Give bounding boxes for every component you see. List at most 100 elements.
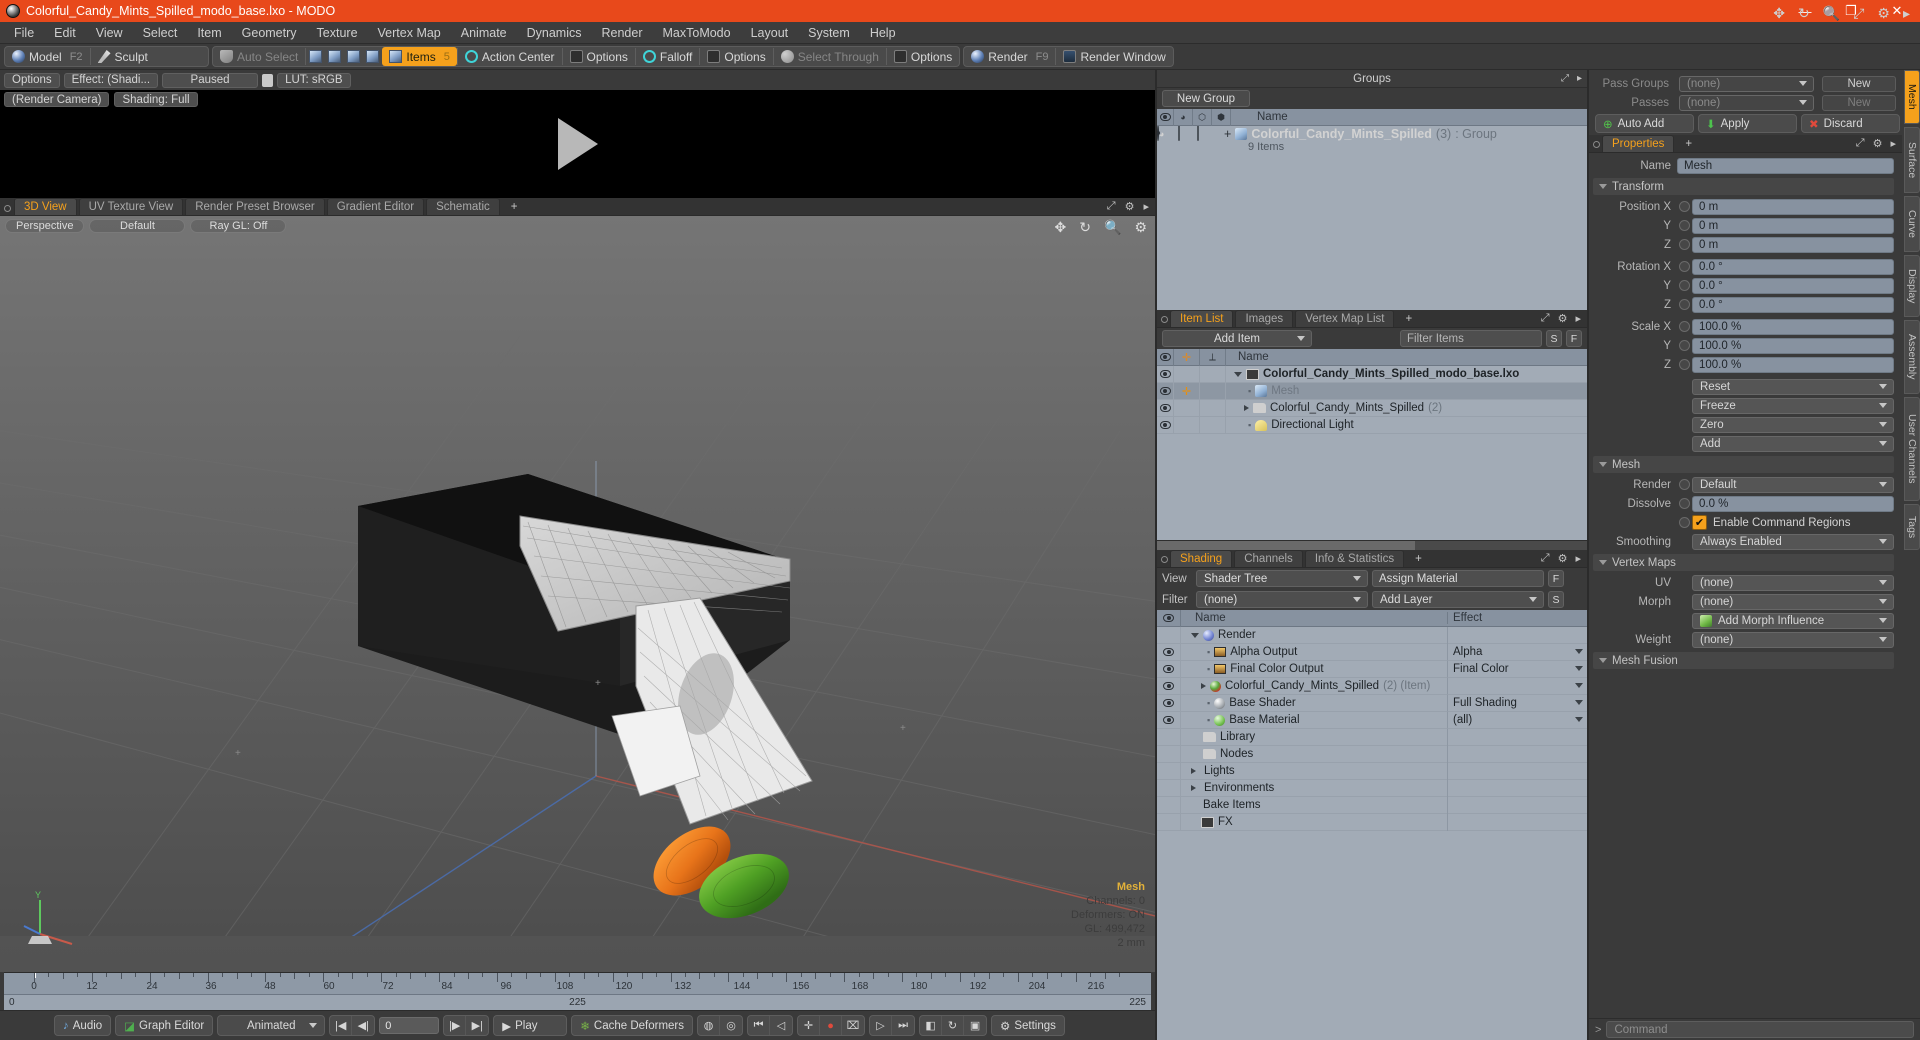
scale-x-input[interactable]: 100.0 %	[1692, 318, 1894, 335]
3d-viewport[interactable]: + + + Perspective Default Ray GL: Off ✥ ↻ …	[0, 216, 1155, 972]
expand-arrow-icon[interactable]	[1191, 785, 1196, 791]
row-effect-cell[interactable]: Final Color	[1447, 660, 1587, 678]
cache-deformers-button[interactable]: ❄ Cache Deformers	[571, 1015, 694, 1036]
expand-arrow-icon[interactable]	[1191, 768, 1196, 774]
enable-command-regions-checkbox[interactable]: ✔	[1692, 515, 1707, 530]
render-button[interactable]: Render F9	[964, 47, 1055, 66]
frame-field[interactable]: 0	[379, 1017, 440, 1034]
smoothing-dropdown[interactable]: Always Enabled	[1692, 533, 1894, 550]
morph-dropdown[interactable]: (none)	[1692, 593, 1894, 610]
rotation-y-knob-cell[interactable]	[1677, 280, 1692, 291]
shading-chevron-icon[interactable]: ▸	[1575, 552, 1581, 565]
row-eye-toggle[interactable]	[1157, 660, 1181, 678]
row-effect-cell[interactable]	[1447, 728, 1587, 746]
last-key-icon[interactable]: ⏭	[892, 1016, 914, 1035]
channel-knob-icon[interactable]	[1679, 517, 1690, 528]
shader-row-material-item[interactable]: Colorful_Candy_Mints_Spilled (2) (Item)	[1157, 677, 1587, 695]
menu-texture[interactable]: Texture	[307, 23, 368, 43]
group-wire-toggle[interactable]	[1197, 126, 1216, 152]
shading-col-eye[interactable]	[1157, 609, 1181, 627]
rotate-icon[interactable]: ↻	[1798, 5, 1810, 22]
viewport-gear-icon[interactable]: ⚙	[1134, 219, 1147, 236]
first-key-icon[interactable]: ⏮	[748, 1016, 771, 1035]
row-eye-toggle[interactable]	[1157, 643, 1181, 661]
row-eye-toggle[interactable]	[1157, 694, 1181, 712]
render-window-button[interactable]: Render Window	[1056, 47, 1172, 66]
shader-row-base-material[interactable]: ▪ Base Material (all)	[1157, 711, 1587, 729]
tab-render-preset-browser[interactable]: Render Preset Browser	[185, 198, 325, 215]
tab-properties[interactable]: Properties	[1602, 135, 1675, 152]
menu-vertex-map[interactable]: Vertex Map	[368, 23, 451, 43]
properties-add-tab[interactable]: +	[1676, 135, 1701, 152]
channel-knob-icon[interactable]	[1679, 280, 1690, 291]
transform-section-header[interactable]: Transform	[1593, 178, 1894, 195]
menu-dynamics[interactable]: Dynamics	[517, 23, 592, 43]
rotation-z-knob-cell[interactable]	[1677, 299, 1692, 310]
shader-row-final-color-output[interactable]: ▪ Final Color Output Final Color	[1157, 660, 1587, 678]
discard-button[interactable]: ✖ Discard	[1801, 114, 1900, 133]
section-collapse-icon[interactable]	[1599, 462, 1607, 467]
row-name-cell[interactable]: Library	[1181, 731, 1447, 743]
next-keyframe-icon[interactable]: ▷	[870, 1016, 893, 1035]
row-eye-toggle[interactable]	[1157, 677, 1181, 695]
viewport-raygl-button[interactable]: Ray GL: Off	[190, 219, 287, 233]
preview-viewport[interactable]: (Render Camera) Shading: Full	[0, 90, 1155, 198]
row-axis-cell[interactable]	[1200, 416, 1226, 434]
cycle-icon[interactable]: ↻	[942, 1016, 965, 1035]
row-effect-cell[interactable]: Alpha	[1447, 643, 1587, 661]
vertex-maps-section-header[interactable]: Vertex Maps	[1593, 554, 1894, 571]
preview-options-button[interactable]: Options	[4, 72, 60, 88]
shader-row-render[interactable]: Render	[1157, 627, 1587, 644]
channel-knob-icon[interactable]	[1679, 299, 1690, 310]
render-camera-button[interactable]: (Render Camera)	[4, 92, 110, 107]
play-triangle-icon[interactable]	[557, 118, 598, 170]
item-list-f-button[interactable]: F	[1566, 330, 1582, 347]
tab-schematic[interactable]: Schematic	[426, 198, 500, 215]
item-list-s-button[interactable]: S	[1546, 330, 1562, 347]
channel-knob-icon[interactable]	[1679, 479, 1690, 490]
menu-render[interactable]: Render	[592, 23, 653, 43]
stop-icon[interactable]: ▣	[964, 1016, 986, 1035]
tab-channels[interactable]: Channels	[1234, 550, 1303, 567]
menu-select[interactable]: Select	[133, 23, 188, 43]
row-name-cell[interactable]: Lights	[1181, 765, 1447, 777]
section-collapse-icon[interactable]	[1599, 184, 1607, 189]
add-layer-dropdown[interactable]: Add Layer	[1372, 591, 1544, 608]
row-effect-cell[interactable]: (all)	[1447, 711, 1587, 729]
row-move-cell[interactable]	[1174, 366, 1200, 383]
vtab-mesh[interactable]: Mesh	[1904, 70, 1920, 124]
row-eye-toggle[interactable]	[1157, 416, 1174, 434]
row-name-cell[interactable]: FX	[1181, 816, 1447, 828]
weight-dropdown[interactable]: (none)	[1692, 631, 1894, 648]
maximize-viewport-icon[interactable]: ⤢	[1107, 200, 1116, 213]
name-input[interactable]: Mesh	[1677, 157, 1894, 174]
falloff-button[interactable]: Falloff	[636, 47, 699, 66]
group-name-cell[interactable]: + Colorful_Candy_Mints_Spilled (3) : Gro…	[1216, 126, 1497, 153]
item-row-mesh[interactable]: ✛ ▪ Mesh	[1157, 382, 1587, 400]
row-move-cell[interactable]	[1174, 399, 1200, 417]
group-row[interactable]: ◕ + Colorful_Candy_Mints_Spilled (3) : G…	[1157, 126, 1587, 153]
row-move-cell[interactable]: ✛	[1174, 382, 1200, 400]
dissolve-input[interactable]: 0.0 %	[1692, 495, 1894, 512]
menu-system[interactable]: System	[798, 23, 860, 43]
viewport-shading-button[interactable]: Default	[89, 219, 186, 233]
select-through-options-button[interactable]: Options	[887, 47, 959, 66]
preview-paused-button[interactable]: Paused	[162, 72, 259, 88]
sculpt-mode-button[interactable]: Sculpt	[91, 47, 155, 66]
zero-dropdown[interactable]: Zero	[1692, 416, 1894, 433]
viewport-rotate-icon[interactable]: ↻	[1079, 219, 1091, 236]
vtab-assembly[interactable]: Assembly	[1904, 320, 1920, 394]
vtab-surface[interactable]: Surface	[1904, 127, 1920, 193]
item-col-axis[interactable]: ⟂	[1200, 348, 1226, 366]
vtab-display[interactable]: Display	[1904, 255, 1920, 317]
row-eye-toggle[interactable]	[1157, 711, 1181, 729]
gear-icon[interactable]: ⚙	[1877, 5, 1890, 22]
play-button[interactable]: ▶ Play	[493, 1015, 568, 1036]
channel-knob-icon[interactable]	[1679, 340, 1690, 351]
viewport-chevron-icon[interactable]: ▸	[1143, 200, 1149, 213]
shading-maximize-icon[interactable]: ⤢	[1541, 552, 1550, 565]
chevron-down-icon[interactable]	[1575, 649, 1583, 654]
row-eye-cell[interactable]	[1157, 745, 1181, 763]
freeze-dropdown[interactable]: Freeze	[1692, 397, 1894, 414]
channel-knob-icon[interactable]	[1679, 201, 1690, 212]
